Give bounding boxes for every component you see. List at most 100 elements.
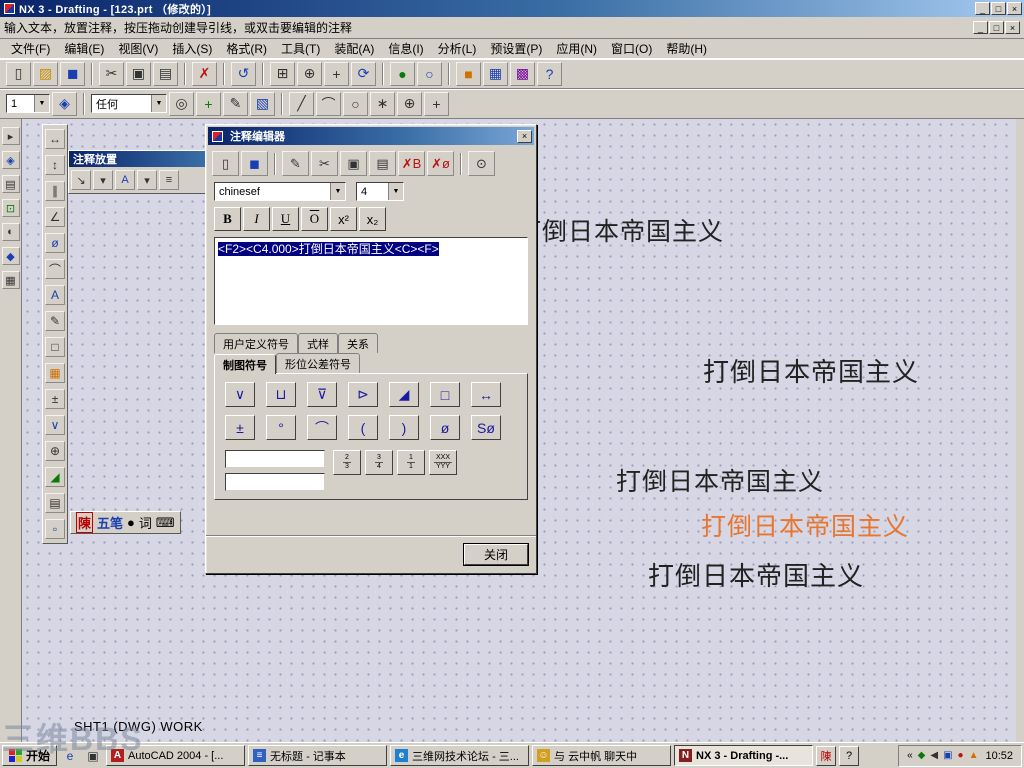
edit-object-button[interactable]: ✎ (223, 91, 248, 116)
ime-indicator-tray-icon[interactable]: ▲ (969, 750, 979, 761)
menu-application[interactable]: 应用(N) (549, 38, 604, 59)
arc-tool-button[interactable]: ⌒ (316, 91, 341, 116)
display-settings-button[interactable]: ▧ (250, 91, 275, 116)
arrow-symbol-button[interactable]: ↔ (471, 382, 501, 407)
placement-options-button[interactable]: ≡ (159, 170, 179, 190)
app-modeling-button[interactable]: ■ (456, 61, 481, 86)
display-button[interactable]: ◐ (1, 223, 20, 241)
menu-file[interactable]: 文件(F) (4, 38, 57, 59)
app-assembly-button[interactable]: ▩ (510, 61, 535, 86)
circle-tool-button[interactable]: ○ (343, 91, 368, 116)
child-close-button[interactable]: × (1005, 21, 1020, 34)
taskbar-item-autocad[interactable]: A AutoCAD 2004 - [... (106, 745, 246, 766)
save-button[interactable]: ◼ (60, 61, 85, 86)
taper-symbol-button[interactable]: ⊳ (348, 382, 378, 407)
taskbar-item-notepad[interactable]: ≡ 无标题 - 记事本 (248, 745, 388, 766)
text-style-button[interactable]: A (115, 170, 135, 190)
target-tool-button[interactable]: ⊕ (397, 91, 422, 116)
shaded-view-button[interactable]: ● (390, 61, 415, 86)
annotation-placement-title[interactable]: 注释放置 (69, 151, 205, 167)
depth-symbol-button[interactable]: ⊽ (307, 382, 337, 407)
grid-button[interactable]: ▦ (1, 271, 20, 289)
select-button[interactable]: ▸ (1, 127, 20, 145)
symbol-value-input-1[interactable] (225, 450, 325, 468)
cut-button[interactable]: ✂ (311, 151, 338, 176)
vertical-dimension-button[interactable]: ↕ (45, 155, 65, 175)
ime-name-icon[interactable]: 陳 (76, 512, 94, 533)
menu-edit[interactable]: 编辑(E) (57, 38, 111, 59)
slope-symbol-button[interactable]: ◢ (389, 382, 419, 407)
diameter-symbol-button[interactable]: ø (430, 415, 460, 440)
label-button[interactable]: ✎ (45, 311, 65, 331)
menu-help[interactable]: 帮助(H) (659, 38, 714, 59)
taskbar-item-nx[interactable]: N NX 3 - Drafting -... (674, 745, 814, 766)
italic-button[interactable]: I (243, 207, 270, 231)
ime-dot-icon[interactable]: ● (127, 515, 135, 530)
angular-dimension-button[interactable]: ∠ (45, 207, 65, 227)
annotation-text-highlighted[interactable]: 打倒日本帝国主义 (701, 507, 909, 543)
preview-button[interactable]: ⊙ (468, 151, 495, 176)
tab-relations[interactable]: 关系 (338, 333, 378, 353)
tolerance-button[interactable]: ± (45, 389, 65, 409)
subscript-button[interactable]: x₂ (359, 207, 386, 231)
paste-button[interactable]: ▤ (153, 61, 178, 86)
menu-assemblies[interactable]: 装配(A) (327, 38, 381, 59)
work-layer-select[interactable]: 1 ▼ (6, 94, 50, 113)
leader-button[interactable]: ↘ (71, 170, 91, 190)
star-tool-button[interactable]: ◆ (1, 247, 20, 265)
ime-word-label[interactable]: 词 (139, 513, 152, 532)
pan-button[interactable]: + (324, 61, 349, 86)
point-tool-button[interactable]: ∗ (370, 91, 395, 116)
text-note-button[interactable]: A (45, 285, 65, 305)
fraction-xxx-yyy-button[interactable]: XXX YYY (429, 450, 457, 475)
degree-symbol-button[interactable]: ° (266, 415, 296, 440)
save-text-button[interactable]: ◼ (241, 151, 268, 176)
cut-button[interactable]: ✂ (99, 61, 124, 86)
diameter-dimension-button[interactable]: ø (45, 233, 65, 253)
annotation-text-area[interactable]: <F2><C4.000>打倒日本帝国主义<C><F> (214, 237, 528, 325)
annotation-text[interactable]: 打倒日本帝国主义 (648, 556, 864, 593)
horizontal-dimension-button[interactable]: ↔ (45, 129, 65, 149)
zoom-fit-button[interactable]: ⊞ (270, 61, 295, 86)
symbol-value-input-2[interactable] (225, 473, 325, 491)
overline-button[interactable]: O (301, 207, 328, 231)
start-button[interactable]: 开始 (2, 745, 58, 766)
close-paren-symbol-button[interactable]: ) (389, 415, 419, 440)
copy-button[interactable]: ▣ (126, 61, 151, 86)
snap-point-button[interactable]: ◎ (169, 91, 194, 116)
layers-button[interactable]: ▤ (1, 175, 20, 193)
delete-button[interactable]: ✗ (192, 61, 217, 86)
view-creation-button[interactable]: ▫ (45, 519, 65, 539)
dialog-close-button[interactable]: × (517, 129, 532, 143)
taskbar-item-forum[interactable]: e 三维网技术论坛 - 三... (390, 745, 530, 766)
square-symbol-button[interactable]: □ (430, 382, 460, 407)
tab-drafting-symbols[interactable]: 制图符号 (214, 354, 276, 374)
slope-symbol-button[interactable]: ◢ (45, 467, 65, 487)
rectangle-button[interactable]: □ (45, 337, 65, 357)
menu-window[interactable]: 窗口(O) (604, 38, 659, 59)
chevron-down-icon[interactable]: ▼ (34, 95, 49, 112)
counterbore-symbol-button[interactable]: ⊔ (266, 382, 296, 407)
size-select[interactable]: 4 ▼ (356, 182, 404, 201)
menu-preferences[interactable]: 预设置(P) (483, 38, 549, 59)
style-options-button[interactable]: ▾ (137, 170, 157, 190)
menu-analysis[interactable]: 分析(L) (431, 38, 484, 59)
underline-button[interactable]: U (272, 207, 299, 231)
annotation-text[interactable]: 打倒日本帝国主义 (703, 352, 919, 389)
network-tray-icon[interactable]: ▣ (943, 750, 952, 761)
plus-tool-button[interactable]: + (424, 91, 449, 116)
spherical-diameter-symbol-button[interactable]: Sø (471, 415, 501, 440)
show-desktop-quicklaunch[interactable]: ▣ (83, 745, 104, 766)
volume-tray-icon[interactable]: ◀ (930, 750, 938, 761)
leader-options-button[interactable]: ▾ (93, 170, 113, 190)
bold-button[interactable]: B (214, 207, 241, 231)
fit-view-button[interactable]: ⊡ (1, 199, 20, 217)
menu-information[interactable]: 信息(I) (381, 38, 430, 59)
open-paren-symbol-button[interactable]: ( (348, 415, 378, 440)
delete-attributes-button[interactable]: ✗B (398, 151, 425, 176)
help-button[interactable]: ? (537, 61, 562, 86)
new-text-button[interactable]: ▯ (212, 151, 239, 176)
tab-gdt-symbols[interactable]: 形位公差符号 (276, 353, 360, 373)
tray-chevron-icon[interactable]: « (907, 750, 913, 761)
font-select[interactable]: chinesef ▼ (214, 182, 346, 201)
